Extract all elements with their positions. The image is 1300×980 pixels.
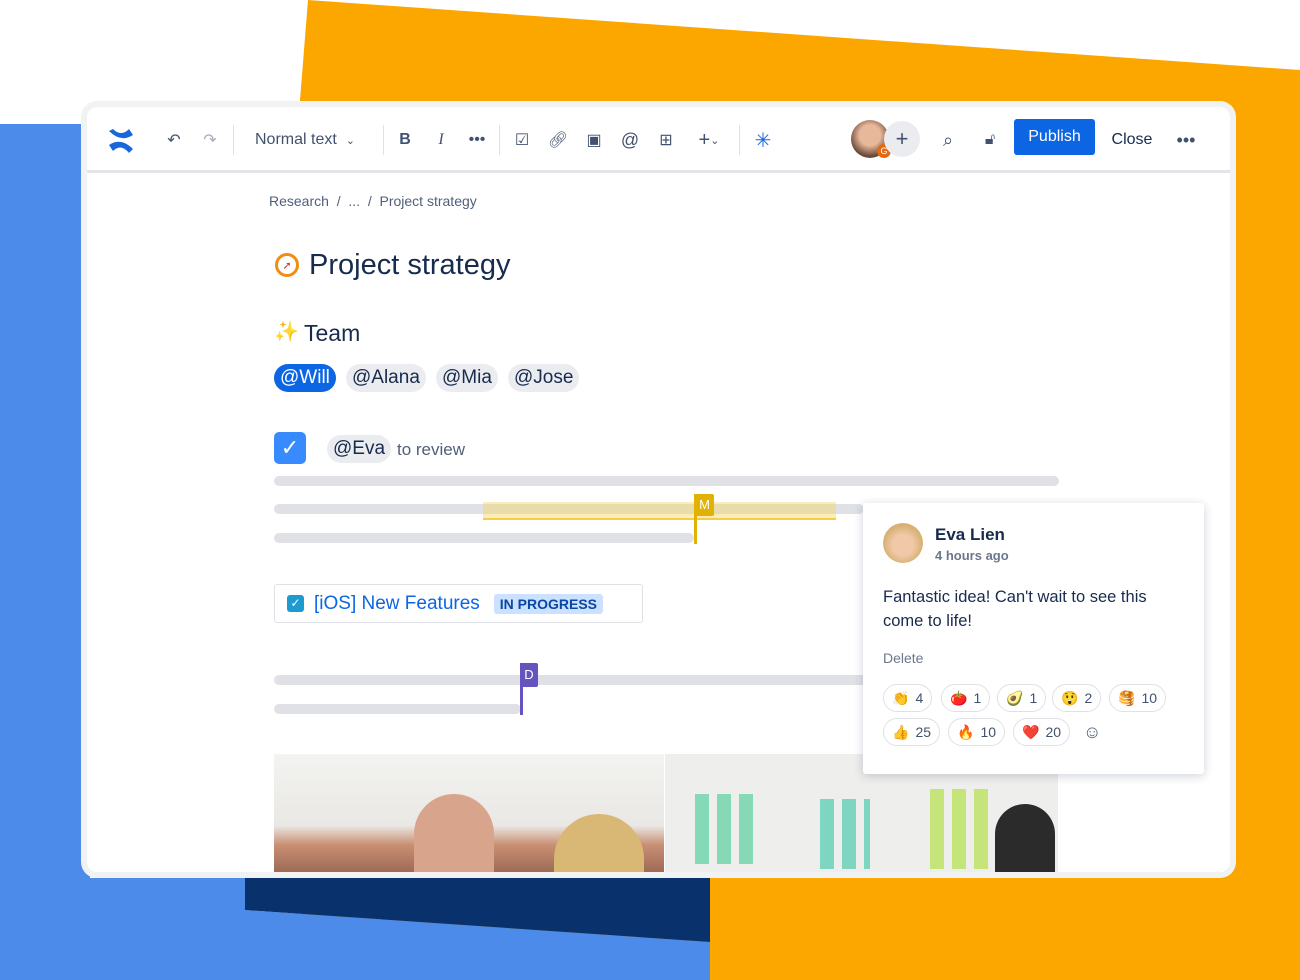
- placeholder-line: [274, 476, 1059, 486]
- page-title[interactable]: Project strategy: [309, 249, 510, 282]
- section-heading[interactable]: Team: [304, 320, 360, 347]
- comment-text: Fantastic idea! Can't wait to see this c…: [883, 588, 1147, 630]
- text-style-dropdown[interactable]: Normal text ⌄: [255, 127, 365, 153]
- placeholder-line: [274, 533, 694, 543]
- astonished-emoji-icon: 😲: [1061, 689, 1079, 706]
- comment-time: 4 hours ago: [935, 548, 1009, 563]
- italic-icon[interactable]: I: [431, 127, 451, 153]
- thumbs-up-emoji-icon: 👍: [892, 723, 910, 740]
- insert-plus-icon[interactable]: + ⌄: [692, 127, 726, 153]
- breadcrumb-research[interactable]: Research: [269, 193, 329, 209]
- breadcrumb-sep: /: [367, 193, 372, 209]
- placeholder-line: [274, 704, 521, 714]
- task-checkbox-icon[interactable]: ☑: [512, 127, 532, 153]
- reaction-count: 4: [915, 690, 924, 706]
- mention-eva[interactable]: @Eva: [327, 435, 392, 463]
- image-icon[interactable]: ▣: [584, 127, 604, 153]
- chevron-down-icon: ⌄: [345, 134, 355, 147]
- reaction-count: 10: [1141, 690, 1158, 706]
- confluence-logo-icon[interactable]: [107, 127, 135, 153]
- comment-popup: Eva Lien 4 hours ago Fantastic idea! Can…: [863, 503, 1204, 774]
- status-badge: IN PROGRESS: [493, 593, 604, 614]
- redo-icon[interactable]: ↷: [199, 127, 221, 153]
- jira-issue-title[interactable]: [iOS] New Features: [314, 593, 480, 615]
- mention-icon[interactable]: @: [620, 127, 640, 153]
- breadcrumb: Research / ... / Project strategy: [269, 193, 477, 209]
- reaction-count: 1: [973, 690, 982, 706]
- task-checkbox[interactable]: ✓: [274, 432, 306, 464]
- reaction-thumbs-up[interactable]: 👍 25: [883, 718, 941, 746]
- reaction-count: 25: [915, 724, 932, 740]
- cursor-label-m: M: [695, 494, 714, 516]
- breadcrumb-current[interactable]: Project strategy: [380, 193, 477, 209]
- reaction-tomato[interactable]: 🍅 1: [941, 684, 991, 712]
- publish-button[interactable]: Publish: [1014, 119, 1095, 155]
- reaction-avocado[interactable]: 🥑 1: [997, 684, 1047, 712]
- fire-emoji-icon: 🔥: [957, 723, 975, 740]
- clap-emoji-icon: 👏: [892, 689, 910, 706]
- reaction-fire[interactable]: 🔥 10: [948, 718, 1006, 746]
- undo-icon[interactable]: ↶: [163, 127, 185, 153]
- add-collaborator-icon[interactable]: +: [884, 121, 920, 157]
- reaction-count: 2: [1084, 690, 1093, 706]
- more-formatting-icon[interactable]: •••: [467, 127, 487, 153]
- add-reaction-icon[interactable]: ☺: [1083, 722, 1101, 743]
- reaction-count: 20: [1045, 724, 1062, 740]
- highlighted-selection: [483, 502, 836, 520]
- ai-sparkle-icon[interactable]: ✳: [752, 127, 774, 153]
- task-text: to review: [397, 440, 466, 459]
- mention-alana[interactable]: @Alana: [346, 364, 426, 392]
- team-photo-left: [274, 754, 664, 872]
- table-icon[interactable]: ⊞: [656, 127, 676, 153]
- reaction-astonished[interactable]: 😲 2: [1052, 684, 1102, 712]
- editor-window: ↶ ↷ Normal text ⌄ B I ••• ☑ 🔗︎ ▣ @ ⊞ + ⌄ …: [81, 101, 1236, 878]
- mention-will[interactable]: @Will: [274, 364, 336, 392]
- breadcrumb-ellipsis[interactable]: ...: [348, 193, 360, 209]
- mention-mia[interactable]: @Mia: [436, 364, 498, 392]
- mention-jose[interactable]: @Jose: [508, 364, 580, 392]
- cursor-label-d: D: [520, 663, 538, 687]
- toolbar: ↶ ↷ Normal text ⌄ B I ••• ☑ 🔗︎ ▣ @ ⊞ + ⌄ …: [87, 107, 1230, 173]
- tomato-emoji-icon: 🍅: [950, 689, 968, 706]
- commenter-avatar: [883, 523, 923, 563]
- bold-icon[interactable]: B: [395, 127, 415, 153]
- link-icon[interactable]: 🔗︎: [548, 127, 568, 153]
- avocado-emoji-icon: 🥑: [1006, 689, 1024, 706]
- reaction-count: 10: [980, 724, 997, 740]
- search-icon[interactable]: ⌕: [937, 127, 959, 153]
- reaction-heart[interactable]: ❤️ 20: [1013, 718, 1071, 746]
- heart-emoji-icon: ❤️: [1022, 723, 1040, 740]
- sparkles-icon: ✨: [274, 321, 299, 343]
- close-button[interactable]: Close: [1107, 127, 1157, 153]
- pancakes-emoji-icon: 🥞: [1118, 689, 1136, 706]
- jira-issue-card[interactable]: ✓ [iOS] New Features IN PROGRESS: [274, 584, 643, 623]
- delete-comment-link[interactable]: Delete: [883, 650, 923, 666]
- placeholder-line: [274, 675, 874, 685]
- text-style-label: Normal text: [255, 131, 337, 148]
- reaction-clap[interactable]: 👏 4: [883, 684, 933, 712]
- task-type-icon: ✓: [287, 595, 304, 612]
- more-options-icon[interactable]: •••: [1173, 127, 1199, 153]
- restrictions-lock-icon[interactable]: 🔓︎: [979, 127, 1001, 153]
- reaction-pancakes[interactable]: 🥞 10: [1109, 684, 1167, 712]
- reaction-count: 1: [1029, 690, 1038, 706]
- comment-author[interactable]: Eva Lien: [935, 525, 1005, 545]
- compass-emoji-icon: ➚: [275, 253, 299, 277]
- breadcrumb-sep: /: [336, 193, 341, 209]
